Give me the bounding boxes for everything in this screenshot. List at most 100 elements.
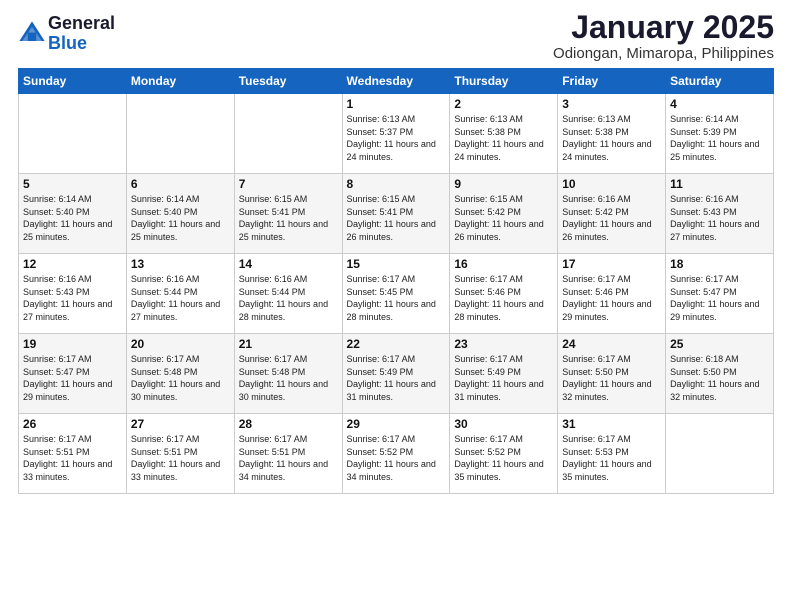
- day-info: Sunrise: 6:17 AMSunset: 5:52 PMDaylight:…: [347, 433, 446, 483]
- calendar-cell: 23 Sunrise: 6:17 AMSunset: 5:49 PMDayligh…: [450, 334, 558, 414]
- day-info: Sunrise: 6:14 AMSunset: 5:40 PMDaylight:…: [23, 193, 122, 243]
- calendar-cell: [666, 414, 774, 494]
- day-number: 18: [670, 257, 769, 271]
- day-number: 23: [454, 337, 553, 351]
- calendar-body: 1Sunrise: 6:13 AMSunset: 5:37 PMDaylight…: [19, 94, 774, 494]
- day-info: Sunrise: 6:16 AMSunset: 5:43 PMDaylight:…: [670, 193, 769, 243]
- logo-general: General: [48, 14, 115, 34]
- calendar-cell: [234, 94, 342, 174]
- day-info: Sunrise: 6:17 AMSunset: 5:51 PMDaylight:…: [239, 433, 338, 483]
- day-number: 21: [239, 337, 338, 351]
- calendar-cell: 27Sunrise: 6:17 AMSunset: 5:51 PMDayligh…: [126, 414, 234, 494]
- day-number: 13: [131, 257, 230, 271]
- day-info: Sunrise: 6:17 AMSunset: 5:48 PMDaylight:…: [131, 353, 230, 403]
- day-info: Sunrise: 6:13 AMSunset: 5:38 PMDaylight:…: [562, 113, 661, 163]
- day-number: 22: [347, 337, 446, 351]
- day-info: Sunrise: 6:17 AMSunset: 5:51 PMDaylight:…: [23, 433, 122, 483]
- calendar-cell: 29Sunrise: 6:17 AMSunset: 5:52 PMDayligh…: [342, 414, 450, 494]
- calendar-table: SundayMondayTuesdayWednesdayThursdayFrid…: [18, 68, 774, 494]
- day-number: 17: [562, 257, 661, 271]
- calendar-cell: 4 Sunrise: 6:14 AMSunset: 5:39 PMDaylight…: [666, 94, 774, 174]
- calendar-cell: 18 Sunrise: 6:17 AMSunset: 5:47 PMDayligh…: [666, 254, 774, 334]
- calendar-cell: 30 Sunrise: 6:17 AMSunset: 5:52 PMDayligh…: [450, 414, 558, 494]
- calendar-cell: 24 Sunrise: 6:17 AMSunset: 5:50 PMDayligh…: [558, 334, 666, 414]
- calendar-cell: 13 Sunrise: 6:16 AMSunset: 5:44 PMDayligh…: [126, 254, 234, 334]
- calendar-cell: 22 Sunrise: 6:17 AMSunset: 5:49 PMDayligh…: [342, 334, 450, 414]
- day-info: Sunrise: 6:16 AMSunset: 5:44 PMDaylight:…: [239, 273, 338, 323]
- page: General Blue January 2025 Odiongan, Mima…: [0, 0, 792, 612]
- calendar-cell: 10 Sunrise: 6:16 AMSunset: 5:42 PMDayligh…: [558, 174, 666, 254]
- day-info: Sunrise: 6:17 AMSunset: 5:46 PMDaylight:…: [562, 273, 661, 323]
- calendar-cell: 31 Sunrise: 6:17 AMSunset: 5:53 PMDayligh…: [558, 414, 666, 494]
- day-info: Sunrise: 6:17 AMSunset: 5:49 PMDaylight:…: [347, 353, 446, 403]
- day-number: 10: [562, 177, 661, 191]
- day-number: 24: [562, 337, 661, 351]
- weekday-header: Monday: [126, 69, 234, 94]
- calendar-cell: 5 Sunrise: 6:14 AMSunset: 5:40 PMDaylight…: [19, 174, 127, 254]
- day-info: Sunrise: 6:17 AMSunset: 5:45 PMDaylight:…: [347, 273, 446, 323]
- day-number: 4: [670, 97, 769, 111]
- logo-text: General Blue: [48, 14, 115, 54]
- day-info: Sunrise: 6:16 AMSunset: 5:42 PMDaylight:…: [562, 193, 661, 243]
- day-info: Sunrise: 6:15 AMSunset: 5:42 PMDaylight:…: [454, 193, 553, 243]
- day-number: 16: [454, 257, 553, 271]
- day-number: 1: [347, 97, 446, 111]
- weekday-header-row: SundayMondayTuesdayWednesdayThursdayFrid…: [19, 69, 774, 94]
- weekday-header: Saturday: [666, 69, 774, 94]
- weekday-header: Wednesday: [342, 69, 450, 94]
- calendar-cell: 8Sunrise: 6:15 AMSunset: 5:41 PMDaylight…: [342, 174, 450, 254]
- day-number: 5: [23, 177, 122, 191]
- calendar-cell: 6 Sunrise: 6:14 AMSunset: 5:40 PMDaylight…: [126, 174, 234, 254]
- day-number: 19: [23, 337, 122, 351]
- calendar-cell: 14 Sunrise: 6:16 AMSunset: 5:44 PMDayligh…: [234, 254, 342, 334]
- day-number: 26: [23, 417, 122, 431]
- day-number: 9: [454, 177, 553, 191]
- day-info: Sunrise: 6:17 AMSunset: 5:52 PMDaylight:…: [454, 433, 553, 483]
- day-number: 30: [454, 417, 553, 431]
- day-number: 6: [131, 177, 230, 191]
- day-info: Sunrise: 6:17 AMSunset: 5:50 PMDaylight:…: [562, 353, 661, 403]
- calendar-cell: 19Sunrise: 6:17 AMSunset: 5:47 PMDayligh…: [19, 334, 127, 414]
- day-info: Sunrise: 6:17 AMSunset: 5:47 PMDaylight:…: [670, 273, 769, 323]
- calendar-cell: 3 Sunrise: 6:13 AMSunset: 5:38 PMDaylight…: [558, 94, 666, 174]
- day-number: 2: [454, 97, 553, 111]
- calendar-week-row: 1Sunrise: 6:13 AMSunset: 5:37 PMDaylight…: [19, 94, 774, 174]
- calendar-cell: 1Sunrise: 6:13 AMSunset: 5:37 PMDaylight…: [342, 94, 450, 174]
- day-info: Sunrise: 6:17 AMSunset: 5:53 PMDaylight:…: [562, 433, 661, 483]
- month-title: January 2025: [553, 10, 774, 45]
- day-info: Sunrise: 6:16 AMSunset: 5:43 PMDaylight:…: [23, 273, 122, 323]
- day-info: Sunrise: 6:15 AMSunset: 5:41 PMDaylight:…: [347, 193, 446, 243]
- calendar-cell: 11Sunrise: 6:16 AMSunset: 5:43 PMDayligh…: [666, 174, 774, 254]
- day-info: Sunrise: 6:14 AMSunset: 5:40 PMDaylight:…: [131, 193, 230, 243]
- calendar-cell: 12 Sunrise: 6:16 AMSunset: 5:43 PMDayligh…: [19, 254, 127, 334]
- day-number: 12: [23, 257, 122, 271]
- day-info: Sunrise: 6:17 AMSunset: 5:51 PMDaylight:…: [131, 433, 230, 483]
- day-number: 14: [239, 257, 338, 271]
- weekday-header: Sunday: [19, 69, 127, 94]
- calendar-cell: 20Sunrise: 6:17 AMSunset: 5:48 PMDayligh…: [126, 334, 234, 414]
- calendar-cell: 26 Sunrise: 6:17 AMSunset: 5:51 PMDayligh…: [19, 414, 127, 494]
- weekday-header: Friday: [558, 69, 666, 94]
- day-number: 3: [562, 97, 661, 111]
- header: General Blue January 2025 Odiongan, Mima…: [18, 10, 774, 62]
- day-info: Sunrise: 6:13 AMSunset: 5:38 PMDaylight:…: [454, 113, 553, 163]
- calendar-cell: 25Sunrise: 6:18 AMSunset: 5:50 PMDayligh…: [666, 334, 774, 414]
- day-info: Sunrise: 6:17 AMSunset: 5:49 PMDaylight:…: [454, 353, 553, 403]
- logo-area: General Blue: [18, 10, 115, 54]
- calendar-week-row: 5 Sunrise: 6:14 AMSunset: 5:40 PMDaylight…: [19, 174, 774, 254]
- day-info: Sunrise: 6:14 AMSunset: 5:39 PMDaylight:…: [670, 113, 769, 163]
- day-info: Sunrise: 6:18 AMSunset: 5:50 PMDaylight:…: [670, 353, 769, 403]
- day-number: 31: [562, 417, 661, 431]
- calendar-cell: 7Sunrise: 6:15 AMSunset: 5:41 PMDaylight…: [234, 174, 342, 254]
- calendar-cell: 16Sunrise: 6:17 AMSunset: 5:46 PMDayligh…: [450, 254, 558, 334]
- day-number: 28: [239, 417, 338, 431]
- day-number: 7: [239, 177, 338, 191]
- day-info: Sunrise: 6:16 AMSunset: 5:44 PMDaylight:…: [131, 273, 230, 323]
- calendar-week-row: 26 Sunrise: 6:17 AMSunset: 5:51 PMDayligh…: [19, 414, 774, 494]
- calendar-cell: 9 Sunrise: 6:15 AMSunset: 5:42 PMDaylight…: [450, 174, 558, 254]
- calendar-cell: [19, 94, 127, 174]
- weekday-header: Thursday: [450, 69, 558, 94]
- calendar-week-row: 12 Sunrise: 6:16 AMSunset: 5:43 PMDayligh…: [19, 254, 774, 334]
- calendar-cell: 21Sunrise: 6:17 AMSunset: 5:48 PMDayligh…: [234, 334, 342, 414]
- calendar-cell: 15Sunrise: 6:17 AMSunset: 5:45 PMDayligh…: [342, 254, 450, 334]
